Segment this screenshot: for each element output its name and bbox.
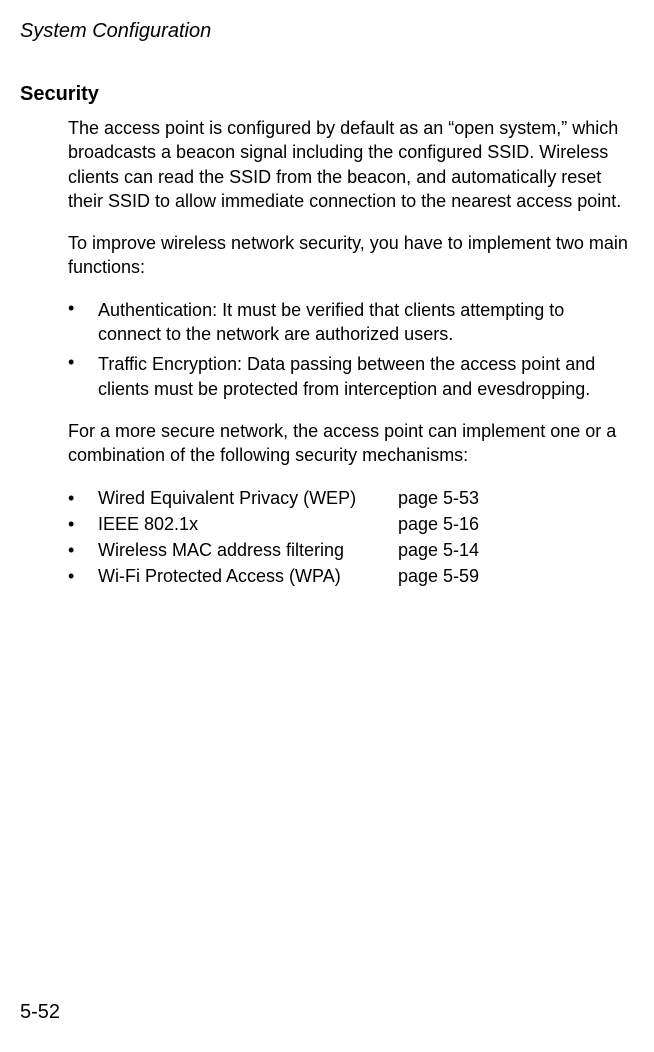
mechanisms-list: • Wired Equivalent Privacy (WEP) page 5-… (68, 486, 630, 589)
list-item: • Wireless MAC address filtering page 5-… (68, 538, 630, 562)
chapter-title: System Configuration (20, 20, 640, 43)
functions-list: • Authentication: It must be verified th… (68, 298, 630, 401)
page-number: 5-52 (20, 1001, 60, 1024)
mechanism-name: IEEE 802.1x (98, 512, 398, 536)
bullet-icon: • (68, 538, 98, 562)
list-item: • Wi-Fi Protected Access (WPA) page 5-59 (68, 564, 630, 588)
section-heading-security: Security (20, 83, 640, 106)
list-item-text: Authentication: It must be verified that… (98, 298, 630, 347)
list-item: • Traffic Encryption: Data passing betwe… (68, 352, 630, 401)
mechanism-page-ref: page 5-59 (398, 564, 630, 588)
bullet-icon: • (68, 564, 98, 588)
list-item: • Wired Equivalent Privacy (WEP) page 5-… (68, 486, 630, 510)
bullet-icon: • (68, 512, 98, 536)
improve-paragraph: To improve wireless network security, yo… (68, 231, 630, 280)
mechanism-page-ref: page 5-53 (398, 486, 630, 510)
bullet-icon: • (68, 352, 98, 401)
intro-paragraph: The access point is configured by defaul… (68, 116, 630, 213)
mechanism-page-ref: page 5-14 (398, 538, 630, 562)
list-item-text: Traffic Encryption: Data passing between… (98, 352, 630, 401)
mechanism-name: Wired Equivalent Privacy (WEP) (98, 486, 398, 510)
mechanisms-intro-paragraph: For a more secure network, the access po… (68, 419, 630, 468)
mechanism-name: Wi-Fi Protected Access (WPA) (98, 564, 398, 588)
list-item: • Authentication: It must be verified th… (68, 298, 630, 347)
list-item: • IEEE 802.1x page 5-16 (68, 512, 630, 536)
bullet-icon: • (68, 486, 98, 510)
mechanism-page-ref: page 5-16 (398, 512, 630, 536)
bullet-icon: • (68, 298, 98, 347)
mechanism-name: Wireless MAC address filtering (98, 538, 398, 562)
